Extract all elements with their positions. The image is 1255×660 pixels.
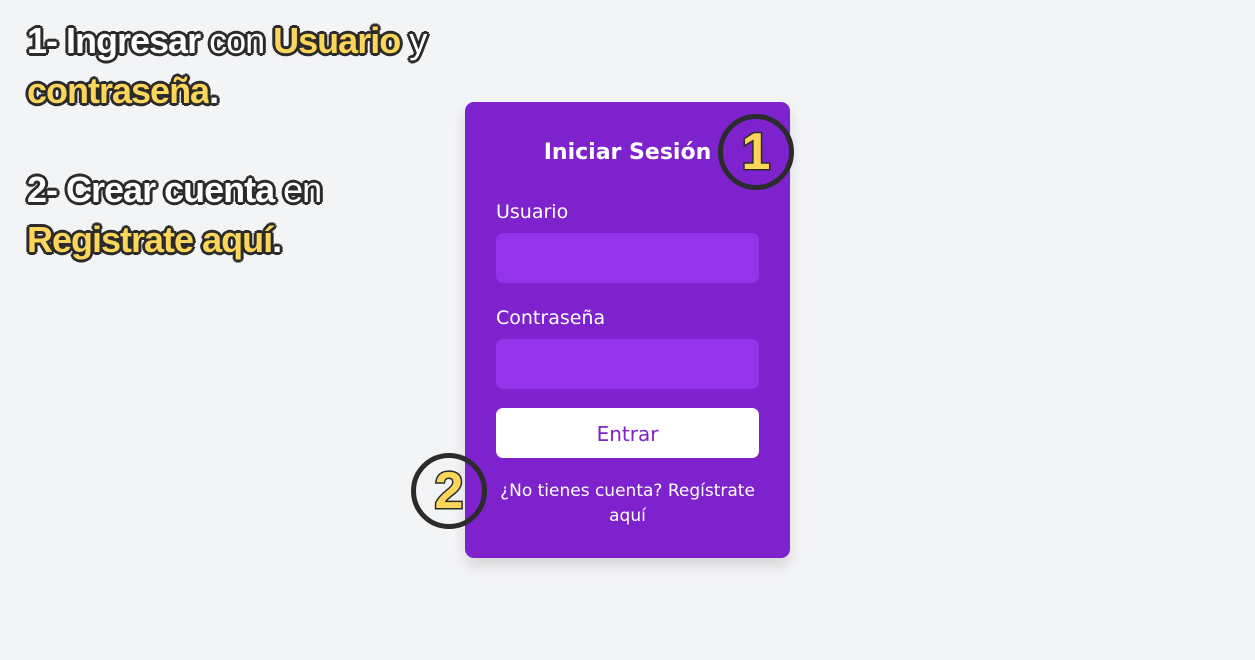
instructions-overlay: 1- Ingresar con Usuario y contraseña. 2-… [26,16,487,265]
step-1-prefix: 1- Ingresar [26,19,202,62]
register-link[interactable]: ¿No tienes cuenta? Regístrate aquí [500,481,755,526]
step-2-en: en [282,168,323,211]
instruction-spacer [27,116,487,165]
username-label: Usuario [496,201,569,223]
instruction-step-1-line-2: contraseña. [26,66,487,116]
instruction-step-2-line-1: 2- Crear cuenta en [26,165,487,215]
step-1-y: y [408,19,428,62]
instruction-step-2-line-2: Registrate aquí. [26,215,487,265]
step-2-dot: . [271,218,283,261]
step-2-marker-icon: 2 [411,453,487,529]
step-2-prefix: 2- Crear cuenta [26,168,276,211]
step-1-usuario-highlight: Usuario [272,19,402,62]
password-input[interactable] [496,339,759,389]
register-prompt: ¿No tienes cuenta? Regístrate aquí [496,479,759,529]
login-button[interactable]: Entrar [496,408,759,458]
screen: 1- Ingresar con Usuario y contraseña. 2-… [0,0,1255,660]
step-1-contrasena-highlight: contraseña [26,69,211,112]
password-label: Contraseña [496,307,606,329]
step-2-register-highlight: Registrate aquí [26,218,274,261]
username-input[interactable] [496,233,759,283]
step-1-dot: . [208,69,220,112]
step-1-marker-icon: 1 [718,114,794,190]
step-1-con: con [208,19,266,62]
instruction-step-1-line-1: 1- Ingresar con Usuario y [26,16,487,66]
